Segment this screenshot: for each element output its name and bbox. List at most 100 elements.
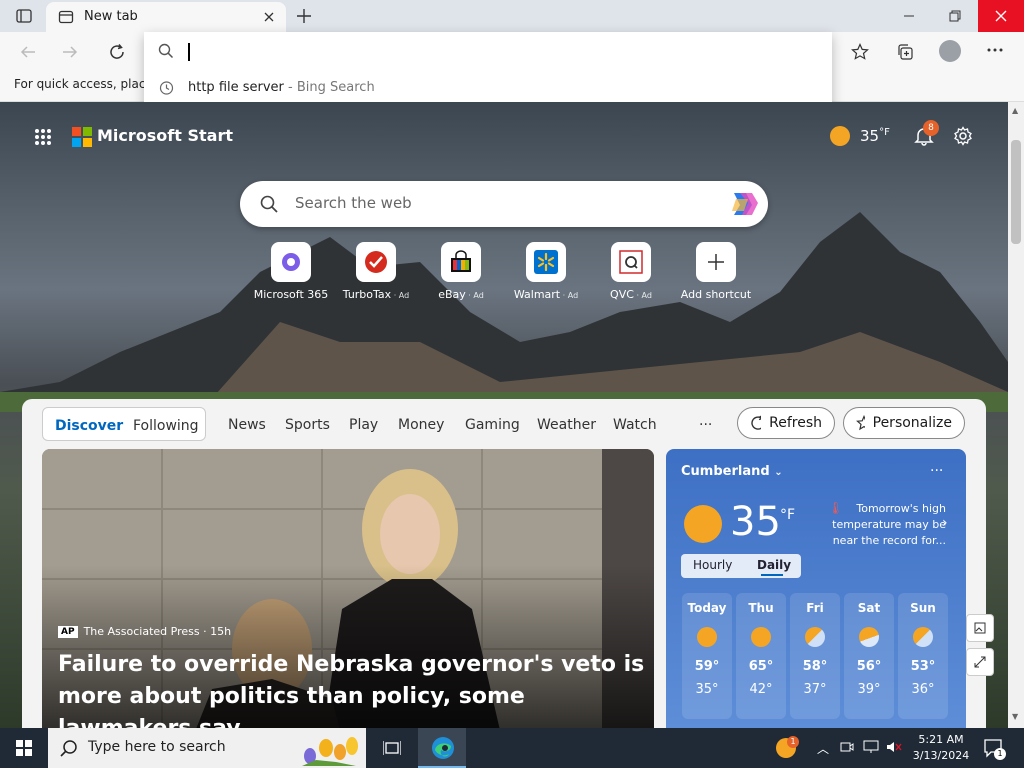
expand-icon[interactable] [966,648,994,676]
microsoft-365-icon [271,242,311,282]
tab-following[interactable]: Following [133,418,199,434]
forecast-day[interactable]: Thu 65° 42° [736,593,786,719]
suggestion-text: http file server [188,80,284,95]
nav-more-icon[interactable]: ··· [699,417,712,433]
windows-start-icon[interactable] [16,740,32,756]
search-icon [158,43,174,59]
shortcut-add[interactable]: Add shortcut [671,242,761,301]
action-center-badge: 1 [994,748,1006,760]
turbotax-icon [356,242,396,282]
favorites-bar-hint: For quick access, place y [14,77,164,91]
ebay-bag-icon [441,242,481,282]
sun-weather-icon[interactable] [830,126,850,146]
sunny-icon [751,627,771,647]
hero-article-card[interactable]: AP The Associated Press · 15h Failure to… [42,449,654,728]
clock-date: 3/13/2024 [912,749,970,762]
favorites-star-icon[interactable] [851,43,869,61]
tray-weather-badge: 1 [787,736,799,748]
weather-temp: 35 [730,499,781,545]
system-clock[interactable]: 5:21 AM 3/13/2024 [906,732,976,764]
forecast-day[interactable]: Fri 58° 37° [790,593,840,719]
clock-time: 5:21 AM [918,733,964,746]
new-tab-plus-icon[interactable] [296,8,312,24]
restore-icon[interactable] [932,0,978,32]
weather-note[interactable]: Tomorrow's high temperature may be near … [826,501,946,549]
weather-location[interactable]: Cumberland ⌄ [681,464,783,479]
brand-title[interactable]: Microsoft Start [97,126,233,145]
tab-hourly[interactable]: Hourly [693,558,732,572]
scroll-down-arrow-icon[interactable]: ▼ [1012,712,1018,721]
forward-arrow-icon[interactable] [62,44,78,60]
address-input[interactable] [184,36,824,68]
apps-grid-icon[interactable] [34,128,52,146]
scroll-up-arrow-icon[interactable]: ▲ [1012,106,1018,115]
web-search-box[interactable]: Search the web [240,181,768,227]
refresh-icon[interactable] [108,43,126,61]
show-hidden-icons-chevron-icon[interactable]: ︿ [817,740,829,757]
add-plus-icon [696,242,736,282]
profile-avatar[interactable] [939,40,961,62]
weather-more-icon[interactable]: ··· [930,463,943,479]
nav-money[interactable]: Money [398,417,444,433]
suggestion-item[interactable]: http file server - Bing Search [188,80,375,95]
scrollbar-thumb[interactable] [1011,140,1021,244]
shortcut-ebay[interactable]: eBay · Ad [416,242,506,301]
personalize-button[interactable]: Personalize [843,407,965,439]
network-icon[interactable] [863,740,879,754]
shortcut-label: Add shortcut [680,288,752,301]
tab-daily[interactable]: Daily [757,558,791,572]
shortcut-turbotax[interactable]: TurboTax · Ad [331,242,421,301]
close-tab-icon[interactable] [264,12,274,22]
back-arrow-icon[interactable] [20,44,36,60]
web-search-icon [260,195,278,213]
forecast-day[interactable]: Today 59° 35° [682,593,732,719]
shortcut-microsoft-365[interactable]: Microsoft 365 [246,242,336,301]
shortcut-label: eBay [438,288,466,301]
nav-watch[interactable]: Watch [613,417,657,433]
tulips-search-highlight-icon [302,737,358,766]
nav-gaming[interactable]: Gaming [465,417,520,433]
image-info-icon[interactable] [966,614,994,642]
nav-news[interactable]: News [228,417,266,433]
settings-more-icon[interactable] [987,48,1003,52]
edge-browser-icon [431,736,455,760]
shortcut-walmart[interactable]: Walmart · Ad [501,242,591,301]
close-window-icon[interactable] [978,0,1024,32]
sun-large-icon [684,505,722,543]
forecast-day[interactable]: Sun 53° 36° [898,593,948,719]
collections-icon[interactable] [896,43,914,61]
nav-sports[interactable]: Sports [285,417,330,433]
copilot-icon[interactable] [728,191,758,217]
taskbar-search-box[interactable]: Type here to search [48,728,366,768]
tab-strip: New tab [0,0,1024,32]
notification-badge: 8 [923,120,939,136]
chevron-right-icon[interactable]: › [942,515,948,531]
taskbar-search-placeholder: Type here to search [88,739,226,755]
nav-play[interactable]: Play [349,417,378,433]
refresh-label: Refresh [769,415,822,431]
article-headline[interactable]: Failure to override Nebraska governor's … [58,649,648,728]
tab-new-tab[interactable]: New tab [46,2,286,32]
nav-weather[interactable]: Weather [537,417,596,433]
volume-muted-icon[interactable] [886,740,902,754]
tab-discover[interactable]: Discover [55,418,123,434]
tab-actions-icon[interactable] [16,8,32,24]
news-feed: Discover Following News Sports Play Mone… [22,399,986,728]
page-settings-gear-icon[interactable] [953,126,973,146]
shortcut-qvc[interactable]: QVC · Ad [586,242,676,301]
meet-now-icon[interactable] [840,740,854,754]
refresh-button[interactable]: Refresh [737,407,835,439]
page-scrollbar[interactable]: ▲ ▼ [1008,102,1024,728]
shortcut-label: Microsoft 365 [253,288,329,301]
rain-cloud-icon [913,627,933,647]
personalize-label: Personalize [872,415,952,431]
weather-card[interactable]: Cumberland ⌄ ··· 35 °F 🌡 Tomorrow's high… [666,449,966,728]
header-temp[interactable]: 35°F [860,127,890,145]
refresh-circle-icon [751,415,762,430]
chevron-down-icon: ⌄ [774,467,783,478]
weather-tabs: Hourly Daily [681,554,801,578]
personalize-star-icon [856,415,865,431]
minimize-icon[interactable] [886,0,932,32]
task-view-icon[interactable] [383,740,401,756]
forecast-day[interactable]: Sat 56° 39° [844,593,894,719]
